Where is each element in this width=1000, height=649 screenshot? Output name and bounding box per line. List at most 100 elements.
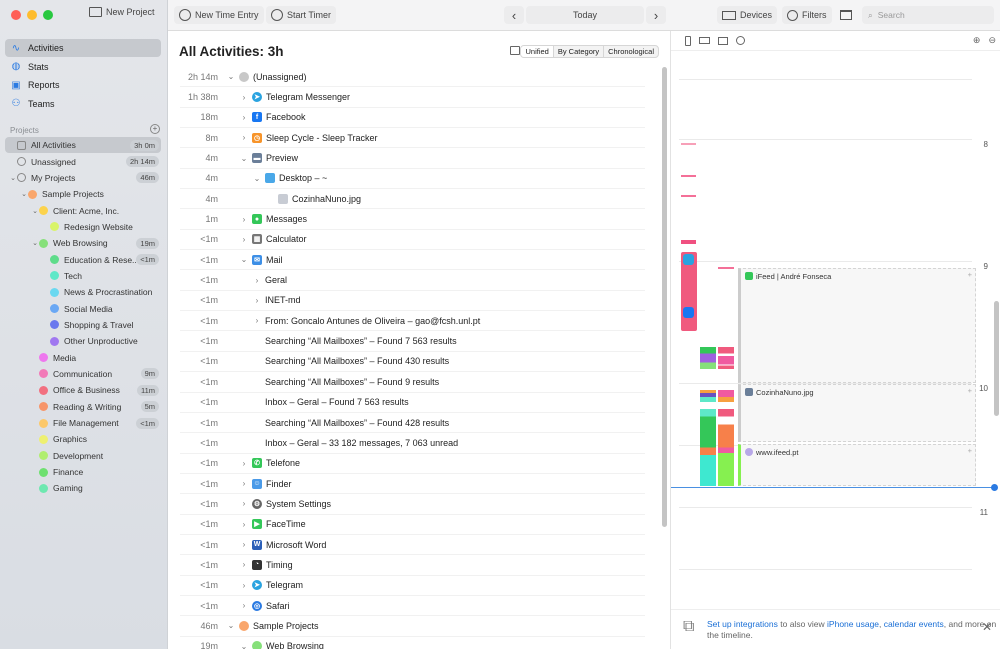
chevron-right-icon[interactable]: › bbox=[239, 459, 249, 468]
chevron-right-icon[interactable]: › bbox=[239, 601, 249, 610]
table-row[interactable]: <1m › ◔ Timing bbox=[180, 555, 645, 576]
today-button[interactable]: Today bbox=[526, 6, 644, 24]
table-row[interactable]: 2h 14m ⌄ (Unassigned) bbox=[180, 67, 645, 88]
chevron-right-icon[interactable]: › bbox=[252, 276, 262, 285]
timeline-block[interactable] bbox=[718, 347, 734, 369]
folder-icon[interactable] bbox=[718, 36, 728, 45]
chevron-down-icon[interactable]: ⌄ bbox=[239, 255, 249, 264]
table-row[interactable]: <1m › INET-md bbox=[180, 291, 645, 312]
timeline-block[interactable] bbox=[718, 409, 734, 486]
chevron-right-icon[interactable]: › bbox=[239, 560, 249, 569]
table-row[interactable]: <1m › ✆ Telefone bbox=[180, 454, 645, 474]
table-row[interactable]: 1m › ● Messages bbox=[180, 209, 645, 230]
project-item[interactable]: ⌄ My Projects 46m bbox=[5, 170, 161, 186]
timeline-block[interactable] bbox=[681, 175, 696, 177]
timeline-block[interactable] bbox=[718, 390, 734, 402]
project-item[interactable]: ⌄ Web Browsing 19m bbox=[5, 235, 161, 251]
project-item[interactable]: News & Procrastination bbox=[5, 284, 161, 300]
table-row[interactable]: <1m › ⚙ System Settings bbox=[180, 494, 645, 515]
add-icon[interactable]: + bbox=[968, 446, 972, 455]
add-icon[interactable]: + bbox=[968, 386, 972, 395]
table-row[interactable]: 18m › f Facebook bbox=[180, 108, 645, 129]
table-row[interactable]: <1m Searching “All Mailboxes” – Found 7 5… bbox=[180, 331, 645, 352]
sidebar-toggle-icon[interactable] bbox=[840, 10, 852, 20]
table-row[interactable]: 1h 38m › ➤ Telegram Messenger bbox=[180, 87, 645, 108]
table-row[interactable]: <1m Searching “All Mailboxes” – Found 428… bbox=[180, 413, 645, 434]
chevron-down-icon[interactable]: ⌄ bbox=[226, 72, 236, 81]
table-row[interactable]: <1m Inbox – Geral – Found 7 563 results bbox=[180, 393, 645, 413]
chevron-right-icon[interactable]: › bbox=[239, 93, 249, 102]
chevron-down-icon[interactable]: ⌄ bbox=[226, 621, 236, 630]
timeline-block[interactable] bbox=[700, 390, 716, 402]
timeline-block[interactable] bbox=[718, 267, 734, 269]
new-project-button[interactable]: New Project bbox=[89, 7, 155, 17]
timeline-event[interactable]: iFeed | André Fonseca + bbox=[738, 268, 976, 383]
table-row[interactable]: <1m › ◎ Safari bbox=[180, 596, 645, 617]
table-row[interactable]: <1m Searching “All Mailboxes” – Found 9 r… bbox=[180, 372, 645, 393]
chevron-right-icon[interactable]: › bbox=[239, 540, 249, 549]
table-row[interactable]: <1m › ☺ Finder bbox=[180, 474, 645, 495]
table-row[interactable]: <1m › W Microsoft Word bbox=[180, 535, 645, 556]
table-row[interactable]: 4m ⌄ ▬ Preview bbox=[180, 148, 645, 169]
project-item[interactable]: Social Media bbox=[5, 300, 161, 316]
project-item[interactable]: Unassigned 2h 14m bbox=[5, 153, 161, 169]
view-mode-unified[interactable]: Unified bbox=[521, 46, 553, 57]
close-window-button[interactable] bbox=[11, 10, 21, 20]
sidebar-item-teams[interactable]: ⚇ Teams bbox=[5, 95, 161, 113]
timeline-event[interactable]: CozinhaNuno.jpg + bbox=[738, 384, 976, 442]
chevron-right-icon[interactable]: › bbox=[239, 113, 249, 122]
laptop-icon[interactable] bbox=[699, 37, 710, 44]
chevron-down-icon[interactable]: ⌄ bbox=[239, 642, 249, 649]
project-item[interactable]: ⌄ Sample Projects bbox=[5, 186, 161, 202]
project-item[interactable]: Gaming bbox=[5, 480, 161, 496]
table-row[interactable]: <1m › From: Goncalo Antunes de Oliveira – … bbox=[180, 311, 645, 332]
close-banner-icon[interactable]: ✕ bbox=[982, 621, 992, 633]
table-row[interactable]: <1m ⌄ ✉ Mail bbox=[180, 250, 645, 271]
chevron-right-icon[interactable]: › bbox=[239, 215, 249, 224]
project-item[interactable]: Education & Rese... <1m bbox=[5, 251, 161, 267]
chevron-right-icon[interactable]: › bbox=[239, 235, 249, 244]
table-row[interactable]: <1m › Geral bbox=[180, 270, 645, 291]
table-row[interactable]: <1m › ▦ Calculator bbox=[180, 230, 645, 251]
sidebar-item-activities[interactable]: ∿ Activities bbox=[5, 39, 161, 57]
timeline-event[interactable]: www.ifeed.pt + bbox=[738, 444, 976, 486]
add-icon[interactable]: + bbox=[968, 270, 972, 279]
chevron-right-icon[interactable]: › bbox=[252, 316, 262, 325]
zoom-window-button[interactable] bbox=[43, 10, 53, 20]
project-item[interactable]: All Activities 3h 0m bbox=[5, 137, 161, 154]
timeline-block[interactable] bbox=[681, 240, 696, 244]
project-item[interactable]: Redesign Website bbox=[5, 219, 161, 235]
scrollbar[interactable] bbox=[662, 67, 667, 527]
project-item[interactable]: Finance bbox=[5, 464, 161, 480]
table-row[interactable]: <1m › ▶ FaceTime bbox=[180, 515, 645, 535]
search-input[interactable]: ⌕ Search bbox=[862, 6, 994, 24]
chevron-right-icon[interactable]: › bbox=[239, 581, 249, 590]
timeline-block[interactable] bbox=[681, 143, 696, 145]
phone-icon[interactable] bbox=[685, 35, 691, 46]
project-item[interactable]: File Management <1m bbox=[5, 415, 161, 431]
chevron-right-icon[interactable]: › bbox=[252, 296, 262, 305]
iphone-usage-link[interactable]: iPhone usage bbox=[827, 619, 879, 629]
clock-icon[interactable] bbox=[736, 36, 745, 45]
chevron-down-icon[interactable]: ⌄ bbox=[252, 174, 262, 183]
table-row[interactable]: <1m Inbox – Geral – 33 182 messages, 7 06… bbox=[180, 433, 645, 454]
filters-button[interactable]: Filters bbox=[782, 6, 832, 24]
zoom-out-icon[interactable]: ⊖ bbox=[988, 35, 996, 46]
table-row[interactable]: 46m ⌄ Sample Projects bbox=[180, 616, 645, 637]
table-row[interactable]: <1m › ➤ Telegram bbox=[180, 576, 645, 596]
project-item[interactable]: Development bbox=[5, 448, 161, 464]
table-row[interactable]: <1m Searching “All Mailboxes” – Found 430… bbox=[180, 352, 645, 373]
chevron-right-icon[interactable]: › bbox=[239, 133, 249, 142]
new-time-entry-button[interactable]: New Time Entry bbox=[174, 6, 264, 24]
start-timer-button[interactable]: Start Timer bbox=[266, 6, 337, 24]
project-item[interactable]: Reading & Writing 5m bbox=[5, 399, 161, 415]
previous-day-button[interactable]: ‹ bbox=[504, 6, 524, 24]
chevron-right-icon[interactable]: › bbox=[239, 520, 249, 529]
project-item[interactable]: Tech bbox=[5, 268, 161, 284]
sidebar-item-stats[interactable]: ◍ Stats bbox=[5, 58, 161, 76]
view-mode-chronological[interactable]: Chronological bbox=[603, 46, 658, 57]
chevron-right-icon[interactable]: › bbox=[239, 499, 249, 508]
table-row[interactable]: 8m › ◷ Sleep Cycle - Sleep Tracker bbox=[180, 128, 645, 149]
zoom-in-icon[interactable]: ⊕ bbox=[973, 35, 981, 46]
devices-button[interactable]: Devices bbox=[717, 6, 778, 24]
